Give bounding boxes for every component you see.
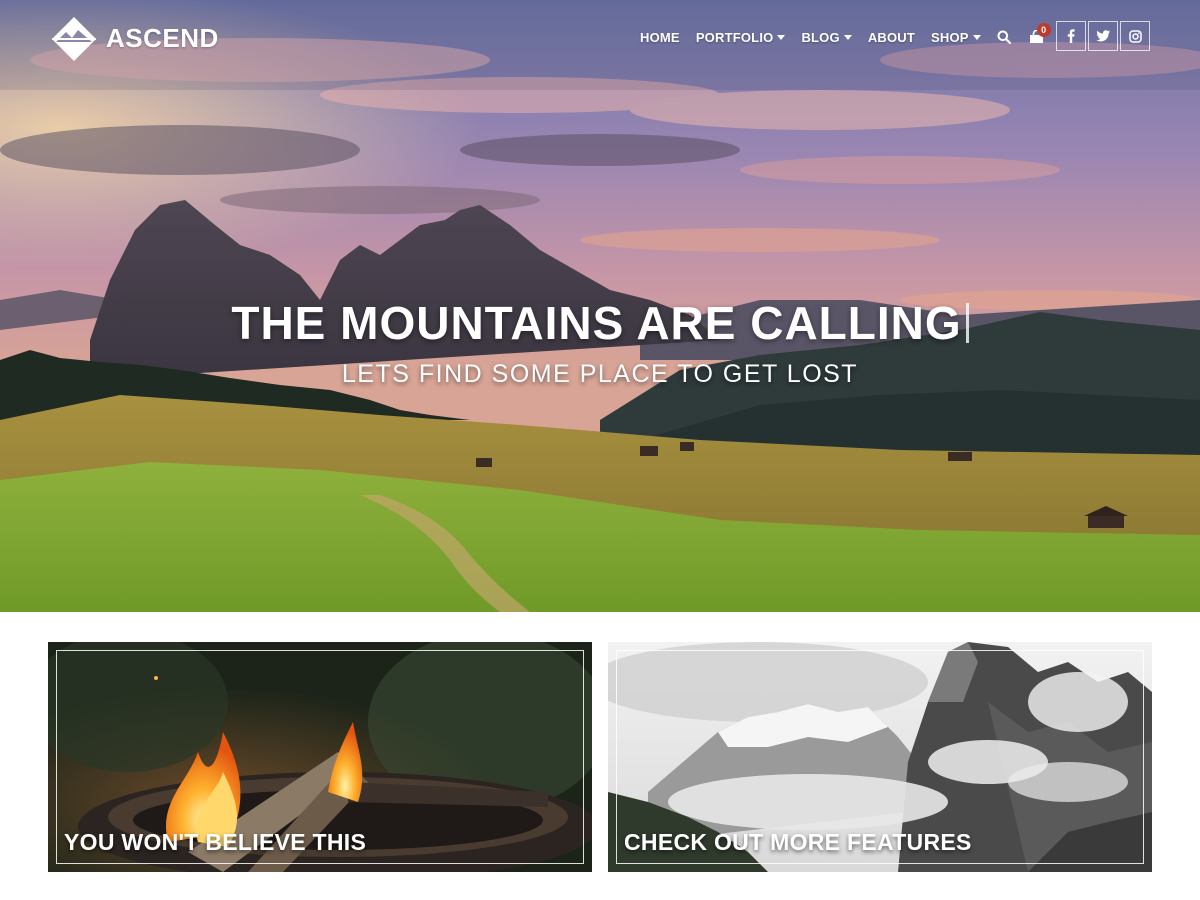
feature-card-mountains[interactable]: CHECK OUT MORE FEATURES [608, 642, 1152, 872]
nav-portfolio-label: PORTFOLIO [695, 29, 774, 45]
nav-about[interactable]: ABOUT [868, 30, 915, 45]
nav-about-label: ABOUT [867, 29, 916, 45]
facebook-icon [1067, 29, 1075, 43]
hero-title-text: THE MOUNTAINS ARE CALLING [231, 297, 962, 349]
twitter-link[interactable] [1088, 21, 1118, 51]
nav-blog[interactable]: BLOG [801, 29, 852, 45]
nav-home[interactable]: HOME [640, 30, 680, 45]
hero-banner: ASCEND HOME PORTFOLIO BLOG ABOUT SHOP 0 … [0, 0, 1200, 612]
instagram-link[interactable] [1120, 21, 1150, 51]
twitter-icon [1096, 30, 1110, 42]
nav-blog-label: BLOG [801, 29, 840, 45]
facebook-link[interactable] [1056, 21, 1086, 51]
nav-portfolio[interactable]: PORTFOLIO [696, 30, 786, 45]
card-title: CHECK OUT MORE FEATURES [624, 829, 972, 855]
card-title: YOU WON'T BELIEVE THIS [64, 829, 367, 855]
chevron-down-icon [843, 34, 852, 40]
chevron-down-icon [777, 34, 786, 40]
social-links [1056, 21, 1152, 51]
site-header: ASCEND HOME PORTFOLIO BLOG ABOUT SHOP 0 [0, 0, 1200, 76]
mountain-logo-icon [52, 17, 96, 61]
site-logo[interactable]: ASCEND [50, 14, 219, 62]
instagram-icon [1128, 29, 1142, 43]
cart-count-badge: 0 [1036, 23, 1051, 37]
feature-card-campfire[interactable]: YOU WON'T BELIEVE THIS [48, 642, 592, 872]
hero-subtitle: LETS FIND SOME PLACE TO GET LOST [341, 360, 859, 388]
nav-home-label: HOME [640, 29, 680, 45]
hero-title: THE MOUNTAINS ARE CALLING [0, 296, 1200, 350]
text-cursor [965, 303, 969, 343]
nav-shop[interactable]: SHOP [931, 30, 981, 45]
search-button[interactable] [997, 30, 1011, 44]
brand-name: ASCEND [106, 22, 219, 53]
cart-button[interactable]: 0 [1029, 23, 1051, 44]
search-icon [997, 30, 1011, 44]
nav-shop-label: SHOP [931, 29, 969, 45]
main-navigation: HOME PORTFOLIO BLOG ABOUT SHOP 0 [640, 23, 1062, 48]
chevron-down-icon [972, 34, 981, 40]
